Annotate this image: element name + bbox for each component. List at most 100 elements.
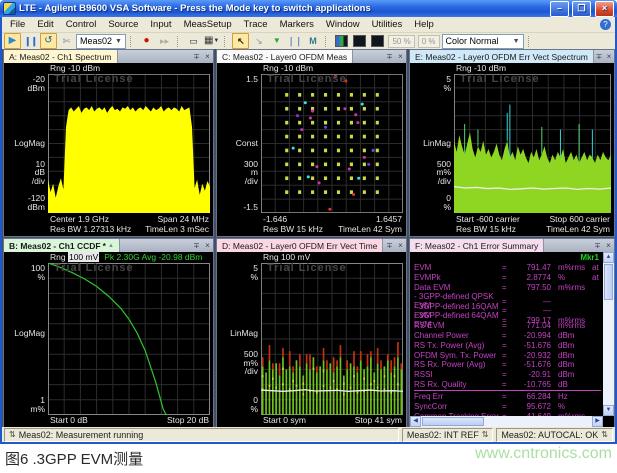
menu-item-window[interactable]: Window: [320, 17, 366, 32]
marker-select-button[interactable]: ↖: [232, 33, 249, 49]
scrollbar-track[interactable]: [603, 301, 614, 405]
arrow-icon: ↘: [255, 37, 263, 46]
single-layout-button[interactable]: ▭: [185, 33, 202, 49]
scrollbar-thumb[interactable]: [604, 264, 613, 300]
spinner-icon[interactable]: ⇅: [9, 430, 16, 439]
measurement-select[interactable]: Meas02 ▼: [76, 34, 126, 49]
close-panel-icon[interactable]: ×: [395, 50, 406, 63]
title-bar[interactable]: LTE - Agilent B9600 VSA Software - Press…: [0, 0, 617, 17]
error-summary-feq: =: [502, 297, 509, 306]
spinner-icon[interactable]: ⇅: [482, 430, 489, 439]
vertical-scrollbar[interactable]: ▲ ▼: [603, 252, 614, 416]
menu-item-utilities[interactable]: Utilities: [366, 17, 409, 32]
restart-button[interactable]: ↺: [40, 33, 57, 49]
y-axis-div-label: 300m/div: [217, 160, 258, 186]
error-summary-fval: —: [509, 306, 551, 315]
scrollbar-thumb[interactable]: [422, 417, 484, 426]
close-panel-icon[interactable]: ×: [202, 50, 213, 63]
float-panel-icon[interactable]: ∓: [191, 239, 202, 252]
display-dark2-button[interactable]: [369, 33, 386, 49]
menu-item-file[interactable]: File: [4, 17, 31, 32]
panel-c-tab[interactable]: C: Meas02 - Layer0 OFDM Meas: [217, 50, 353, 63]
error-summary-row: RS Tx. Power (Avg)=-51.676dBm: [414, 341, 601, 351]
status-measurement-text: Meas02: Measurement running: [19, 430, 144, 440]
color-scheme-select[interactable]: Color Normal ▼: [442, 34, 524, 49]
x-axis-right-label: 1.6457: [376, 215, 402, 224]
color-scheme-value: Color Normal: [446, 36, 510, 46]
panel-b-header: B: Meas02 - Ch1 CCDF * ▲ ∓ ×: [4, 239, 213, 252]
float-panel-icon[interactable]: ∓: [592, 239, 603, 252]
x-axis-left-label: Start 0 sym: [263, 416, 306, 425]
status-ref[interactable]: Meas02: INT REF ⇅: [402, 428, 494, 442]
table-divider: [414, 390, 601, 391]
error-summary-feq: =: [502, 351, 509, 360]
marker-m-button[interactable]: M: [304, 33, 321, 49]
trace-50-box: 50 %: [388, 35, 414, 48]
panel-b-tab[interactable]: B: Meas02 - Ch1 CCDF * ▲: [4, 239, 120, 252]
err-spectrum-plot: [454, 74, 611, 213]
menu-item-edit[interactable]: Edit: [31, 17, 59, 32]
x-axis-left-label: Start -600 carrier: [456, 215, 520, 224]
panel-d-err-vect-time: D: Meas02 - Layer0 OFDM Err Vect Time ∓ …: [216, 238, 407, 427]
close-panel-icon[interactable]: ×: [202, 239, 213, 252]
panel-a-tab[interactable]: A: Meas02 - Ch1 Spectrum: [4, 50, 118, 63]
float-panel-icon[interactable]: ∓: [594, 50, 604, 63]
float-panel-icon[interactable]: ∓: [384, 50, 395, 63]
close-panel-icon[interactable]: ×: [395, 239, 406, 252]
scroll-left-icon[interactable]: ◀: [410, 416, 421, 427]
status-autocal[interactable]: Meas02: AUTOCAL: OK ⇅: [496, 428, 613, 442]
x-axis-right-label: Span 24 MHz: [158, 215, 210, 224]
workspace: A: Meas02 - Ch1 Spectrum ∓ × Rng -10 dBm…: [2, 49, 615, 427]
float-panel-icon[interactable]: ∓: [191, 50, 202, 63]
y-axis-div-label: 500m%/div: [410, 160, 451, 186]
selection-tool-button[interactable]: ✄: [58, 33, 75, 49]
color-bars-button[interactable]: [333, 33, 350, 49]
panel-e-tab[interactable]: E: Meas02 - Layer0 OFDM Err Vect Spectru…: [410, 50, 594, 63]
playback-button[interactable]: ▸▸: [156, 33, 173, 49]
error-summary-row: RS Rx. Power (Avg)=-51.676dBm: [414, 360, 601, 370]
menu-item-help[interactable]: Help: [408, 17, 440, 32]
close-button[interactable]: ×: [595, 1, 614, 17]
scroll-down-icon[interactable]: ▼: [603, 405, 614, 416]
minimize-button[interactable]: –: [550, 1, 569, 17]
display-dark1-button[interactable]: [351, 33, 368, 49]
y-axis-bottom-label: -1.5: [217, 203, 258, 212]
panel-f-tab[interactable]: F: Meas02 - Ch1 Error Summary: [410, 239, 544, 252]
scrollbar-track[interactable]: [485, 416, 592, 427]
menu-item-source[interactable]: Source: [102, 17, 144, 32]
close-panel-icon[interactable]: ×: [604, 50, 614, 63]
error-summary-row: RSSI=-20.91dBm: [414, 370, 601, 380]
scroll-right-icon[interactable]: ▶: [592, 416, 603, 427]
scroll-up-icon[interactable]: ▲: [603, 252, 614, 263]
record-button[interactable]: ●: [138, 33, 155, 49]
site-watermark: www.cntronics.com: [475, 445, 612, 463]
error-summary-funit: dBm: [551, 351, 589, 360]
app-window: LTE - Agilent B9600 VSA Software - Press…: [0, 0, 617, 444]
menu-item-input[interactable]: Input: [144, 17, 177, 32]
help-icon[interactable]: ?: [600, 19, 611, 30]
menu-item-markers[interactable]: Markers: [274, 17, 320, 32]
maximize-button[interactable]: ❐: [572, 1, 591, 17]
marker-move-button[interactable]: ↘: [250, 33, 267, 49]
panel-d-tab[interactable]: D: Meas02 - Layer0 OFDM Err Vect Time: [217, 239, 383, 252]
pause-button[interactable]: ❙❙: [22, 33, 39, 49]
spectrum-plot: [48, 74, 210, 213]
menu-item-control[interactable]: Control: [60, 17, 103, 32]
spinner-icon[interactable]: ⇅: [601, 430, 608, 439]
header-spacer: [353, 50, 384, 63]
panel-c-header: C: Meas02 - Layer0 OFDM Meas ∓ ×: [217, 50, 406, 63]
y-axis-top-label: 5%: [217, 264, 258, 281]
range-readout: Rng -10 dBm: [263, 64, 313, 73]
status-bar: ⇅ Meas02: Measurement running Meas02: IN…: [2, 427, 615, 442]
marker-m-icon: M: [309, 37, 317, 46]
y-axis-scale-label: Const: [217, 139, 258, 148]
horizontal-scrollbar[interactable]: ◀ ▶: [410, 416, 603, 427]
band-marker-button[interactable]: ❘❘: [286, 33, 303, 49]
float-panel-icon[interactable]: ∓: [384, 239, 395, 252]
quad-layout-button[interactable]: ▦▼: [203, 33, 220, 49]
marker-peak-button[interactable]: ▼: [268, 33, 285, 49]
close-panel-icon[interactable]: ×: [603, 239, 614, 252]
play-button[interactable]: ▶: [4, 33, 21, 49]
menu-item-meassetup[interactable]: MeasSetup: [178, 17, 238, 32]
menu-item-trace[interactable]: Trace: [238, 17, 274, 32]
